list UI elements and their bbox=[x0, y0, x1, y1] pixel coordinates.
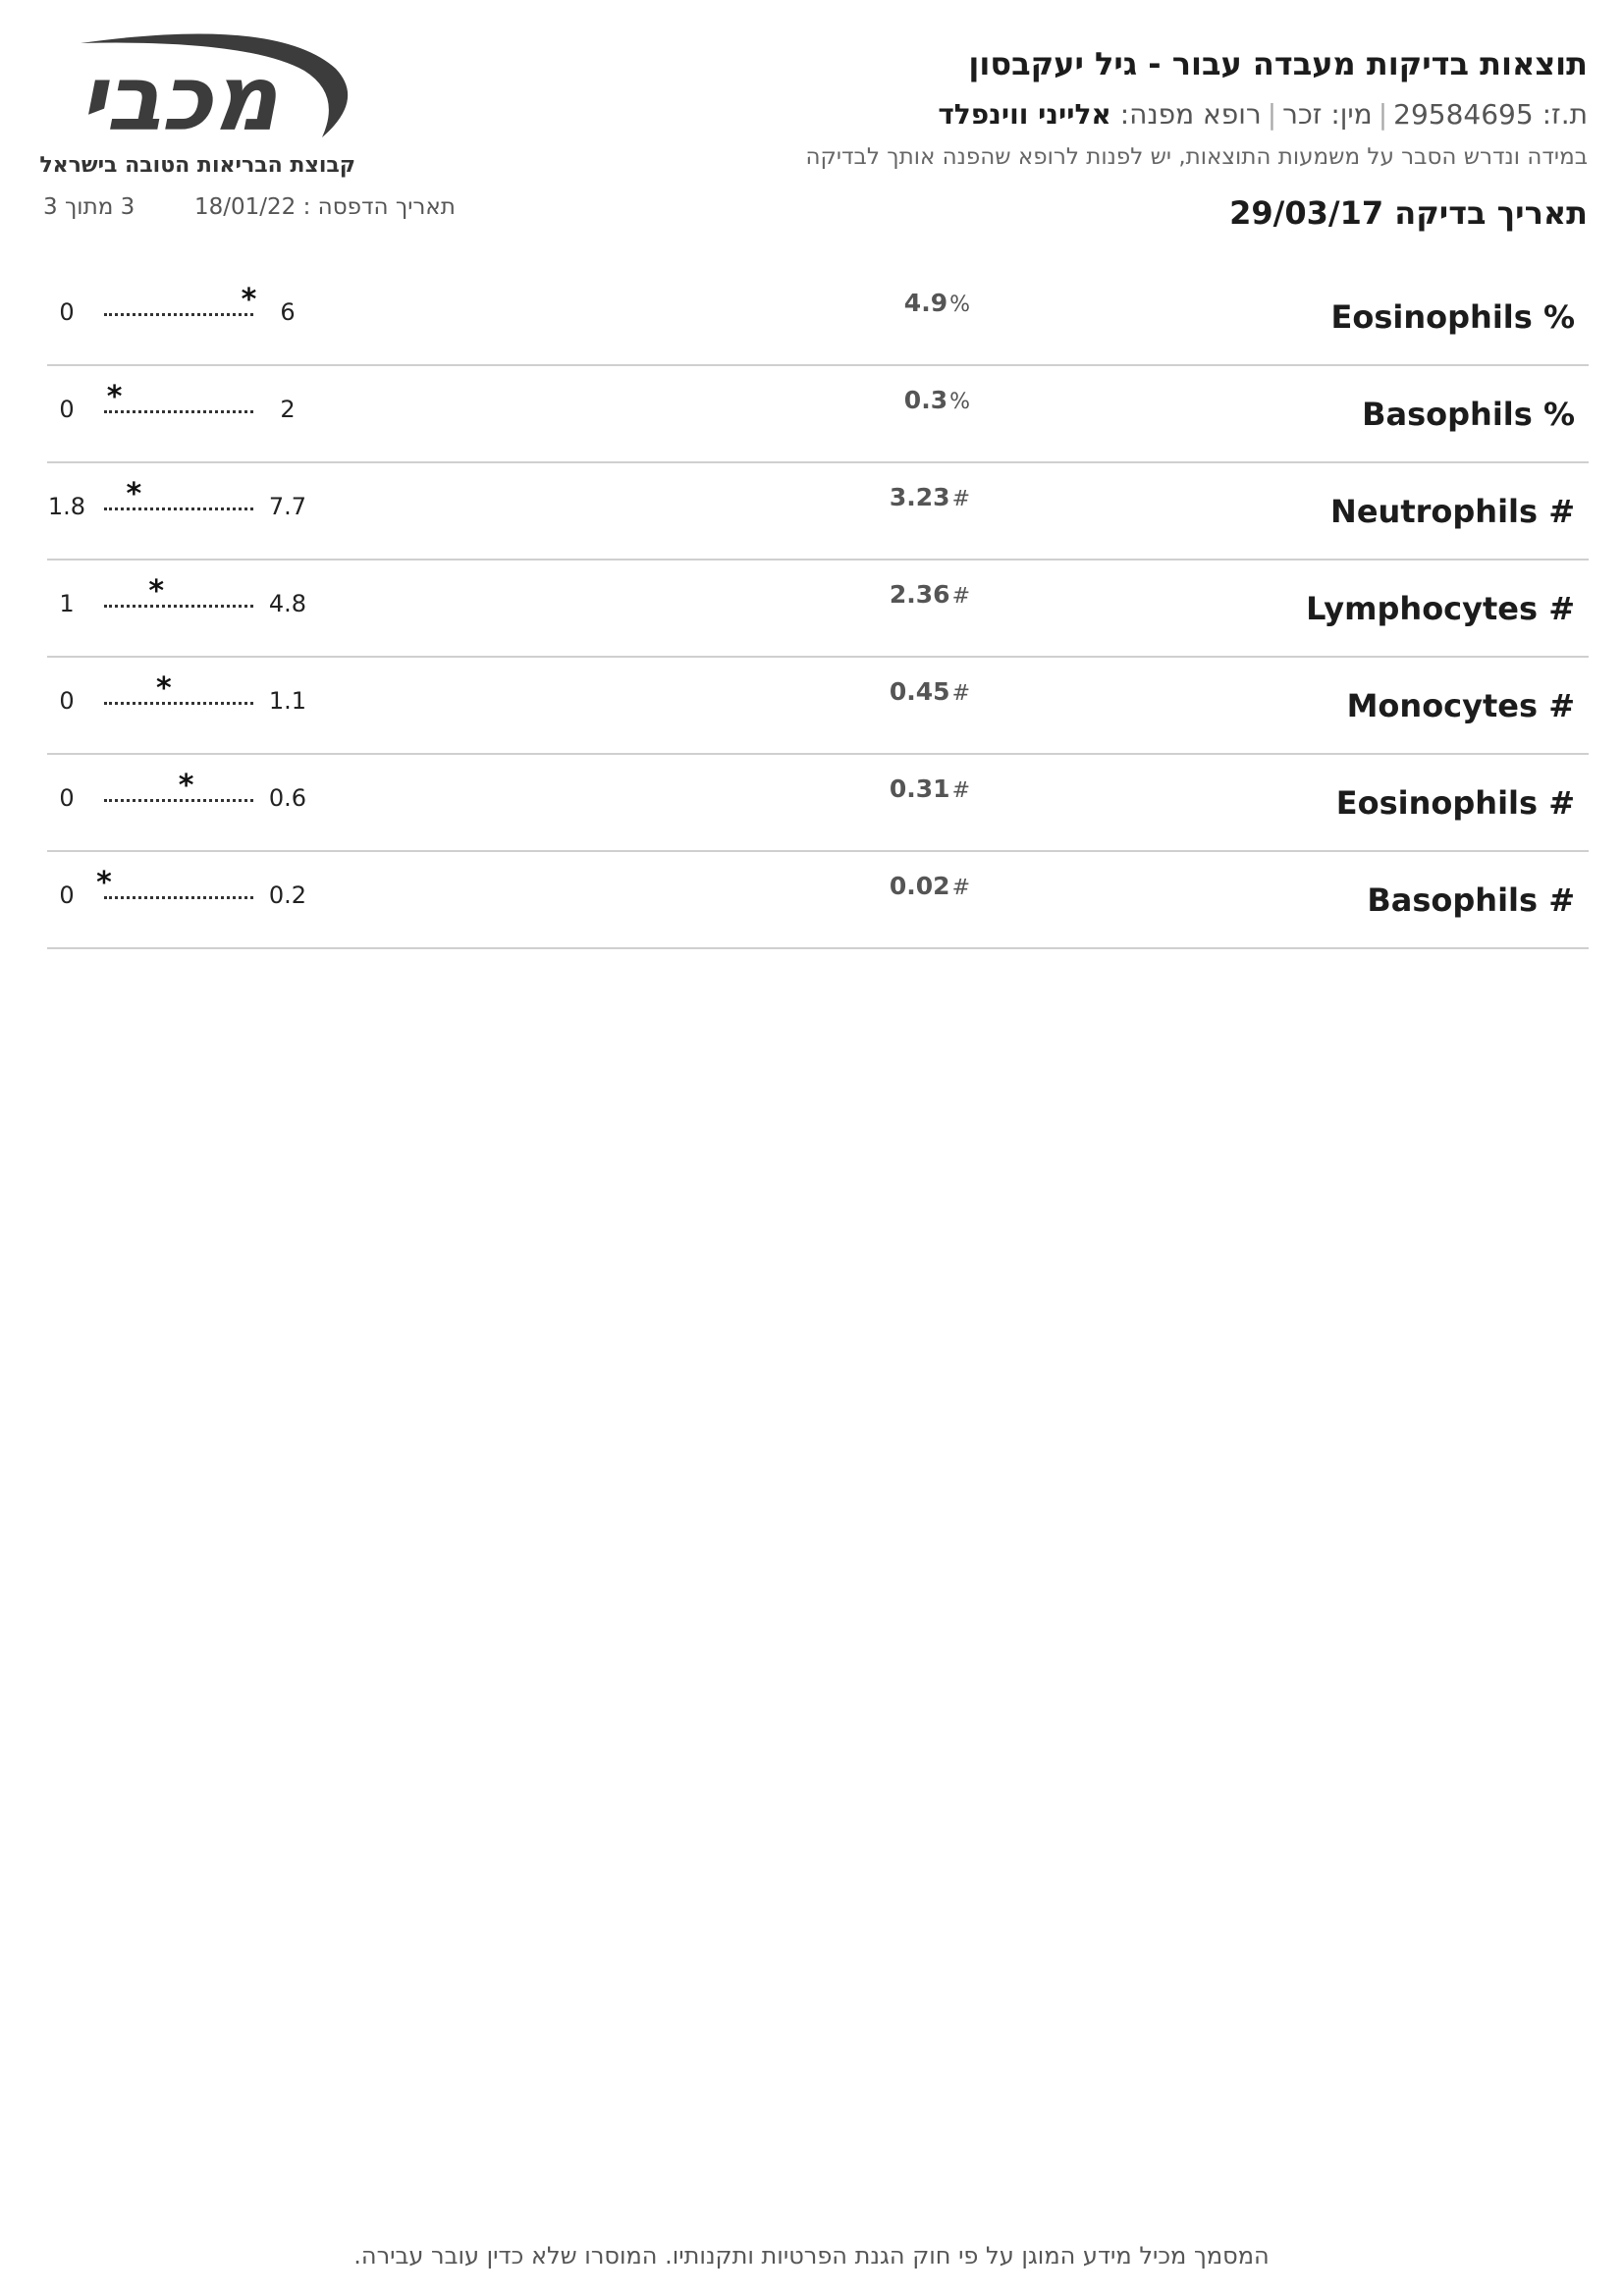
range-bar bbox=[104, 605, 253, 608]
range-max: 1.1 bbox=[268, 687, 307, 715]
gender-label: מין: bbox=[1330, 98, 1373, 131]
result-row: Eosinophils % 4.9% 0 * 6 bbox=[47, 269, 1589, 366]
result-unit: # bbox=[951, 584, 970, 609]
maccabi-logo: מכבי bbox=[80, 33, 349, 149]
range-min: 0 bbox=[59, 396, 75, 423]
range-min: 1 bbox=[59, 590, 75, 617]
range-max: 6 bbox=[280, 298, 296, 326]
separator: | bbox=[1378, 98, 1388, 131]
range-marker: * bbox=[241, 283, 257, 317]
notice-text: במידה ונדרש הסבר על משמעות התוצאות, יש ל… bbox=[805, 144, 1589, 170]
result-row: Lymphocytes #2.36# 1 * 4.8 bbox=[47, 561, 1589, 658]
result-unit: # bbox=[951, 778, 970, 803]
result-number: 0.31 bbox=[889, 774, 950, 803]
result-value: 0.45# bbox=[890, 677, 970, 706]
page-title: תוצאות בדיקות מעבדה עבור - גיל יעקבסון bbox=[968, 45, 1588, 82]
separator: | bbox=[1267, 98, 1277, 131]
range-max: 2 bbox=[280, 396, 296, 423]
result-number: 2.36 bbox=[889, 580, 950, 609]
range-marker: * bbox=[178, 769, 194, 803]
range-marker: * bbox=[155, 671, 172, 706]
range-marker: * bbox=[126, 477, 142, 511]
result-row: Monocytes #0.45# 0 * 1.1 bbox=[47, 658, 1589, 755]
range-marker: * bbox=[148, 574, 165, 609]
test-date-value: 29/03/17 bbox=[1229, 194, 1384, 232]
result-value: 0.02# bbox=[890, 872, 970, 900]
range-max: 7.7 bbox=[268, 493, 307, 520]
result-value: 3.23# bbox=[890, 483, 970, 511]
range-min: 0 bbox=[59, 784, 75, 812]
range-min: 0 bbox=[59, 298, 75, 326]
privacy-footer: המסמך מכיל מידע המוגן על פי חוק הגנת הפר… bbox=[353, 2242, 1270, 2269]
range-min: 1.8 bbox=[47, 493, 86, 520]
test-date-label: תאריך בדיקה bbox=[1394, 194, 1588, 232]
print-date-label: תאריך הדפסה : bbox=[302, 194, 456, 220]
range-max: 0.6 bbox=[268, 784, 307, 812]
logo-subtitle: קבוצת הבריאות הטובה בישראל bbox=[39, 153, 355, 178]
patient-info-line: ת.ז: 29584695|מין: זכר|רופא מפנה: אלייני… bbox=[938, 98, 1588, 131]
result-number: 0.3 bbox=[903, 386, 948, 414]
result-row: Eosinophils #0.31# 0 * 0.6 bbox=[47, 755, 1589, 852]
result-number: 0.02 bbox=[889, 872, 950, 900]
result-value: 4.9% bbox=[904, 289, 970, 317]
result-number: 3.23 bbox=[889, 483, 950, 511]
doctor-label: רופא מפנה: bbox=[1119, 98, 1262, 131]
result-value: 0.31# bbox=[890, 774, 970, 803]
page-number: 3 מתוך 3 bbox=[43, 194, 135, 220]
print-date: תאריך הדפסה : 18/01/22 bbox=[194, 194, 456, 220]
range-max: 4.8 bbox=[268, 590, 307, 617]
range-marker: * bbox=[106, 380, 123, 414]
test-name: Basophils # bbox=[1367, 881, 1575, 919]
range-min: 0 bbox=[59, 881, 75, 909]
result-unit: % bbox=[949, 390, 970, 414]
print-date-value: 18/01/22 bbox=[194, 194, 297, 220]
result-number: 4.9 bbox=[903, 289, 948, 317]
range-bar bbox=[104, 702, 253, 705]
test-name: Lymphocytes # bbox=[1306, 590, 1575, 627]
test-name: Basophils % bbox=[1362, 396, 1575, 433]
range-max: 0.2 bbox=[268, 881, 307, 909]
test-name: Neutrophils # bbox=[1330, 493, 1575, 530]
result-row: Basophils #0.02# 0 * 0.2 bbox=[47, 852, 1589, 949]
result-unit: % bbox=[949, 293, 970, 317]
result-number: 0.45 bbox=[889, 677, 950, 706]
result-unit: # bbox=[951, 681, 970, 706]
range-bar bbox=[104, 410, 253, 413]
id-value: 29584695 bbox=[1393, 98, 1534, 131]
test-date: תאריך בדיקה 29/03/17 bbox=[1229, 194, 1588, 232]
result-row: Basophils % 0.3% 0 * 2 bbox=[47, 366, 1589, 463]
result-value: 0.3% bbox=[904, 386, 970, 414]
result-row: Neutrophils #3.23# 1.8 * 7.7 bbox=[47, 463, 1589, 561]
test-name: Monocytes # bbox=[1346, 687, 1575, 724]
result-unit: # bbox=[951, 876, 970, 900]
test-name: Eosinophils # bbox=[1335, 784, 1575, 822]
range-min: 0 bbox=[59, 687, 75, 715]
range-marker: * bbox=[96, 866, 112, 900]
result-unit: # bbox=[951, 487, 970, 511]
range-bar bbox=[104, 896, 253, 899]
gender-value: זכר bbox=[1282, 98, 1323, 131]
results-table: Eosinophils % 4.9% 0 * 6 Basophils % 0.3% 0 * 2 Ne… bbox=[47, 269, 1589, 949]
result-value: 2.36# bbox=[890, 580, 970, 609]
referring-doctor-name: אלייני ווינפלד bbox=[938, 98, 1111, 131]
test-name: Eosinophils % bbox=[1330, 298, 1576, 336]
logo-text: מכבי bbox=[80, 46, 280, 149]
range-bar bbox=[104, 313, 253, 316]
id-label: ת.ז: bbox=[1542, 98, 1588, 131]
